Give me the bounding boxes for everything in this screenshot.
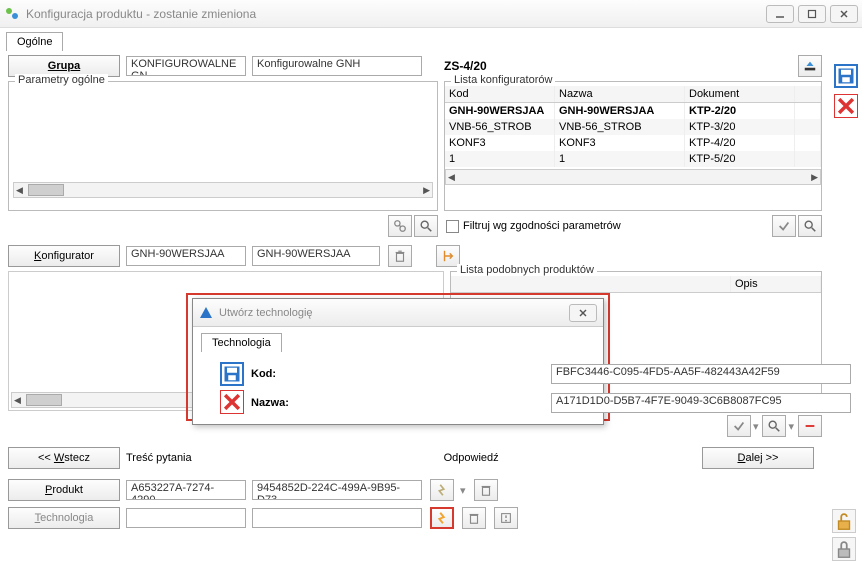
produkt-name-input[interactable]: 9454852D-224C-499A-9B95-D73 (252, 480, 422, 500)
produkt-delete-button[interactable] (474, 479, 498, 501)
konfigurator-button[interactable]: Konfigurator (8, 245, 120, 267)
app-icon (4, 6, 20, 22)
cfg-search-button[interactable] (798, 215, 822, 237)
dialog-icon (199, 306, 213, 320)
cfg-list-legend: Lista konfiguratorów (451, 74, 555, 86)
filter-checkbox[interactable] (446, 220, 459, 233)
produkt-run-button[interactable] (430, 479, 454, 501)
cfg-row[interactable]: KONF3KONF3KTP-4/20 (445, 135, 821, 151)
dialog-title: Utwórz technologię (219, 307, 313, 319)
params-legend: Parametry ogólne (15, 74, 108, 86)
konfigurator-code-input[interactable]: GNH-90WERSJAA (126, 246, 246, 266)
zs-code: ZS-4/20 (444, 59, 487, 73)
maximize-button[interactable] (798, 5, 826, 23)
dialog-kod-label: Kod: (251, 368, 551, 380)
lock-closed-button[interactable] (832, 537, 856, 561)
similar-legend: Lista podobnych produktów (457, 264, 597, 276)
produkt-button[interactable]: Produkt (8, 479, 120, 501)
dialog-tab-technologia[interactable]: Technologia (201, 333, 282, 352)
similar-remove-button[interactable] (798, 415, 822, 437)
dialog-nazwa-input[interactable]: A171D1D0-D5B7-4F7E-9049-3C6B8087FC95 (551, 393, 851, 413)
question-label: Treść pytania (126, 452, 192, 464)
konfigurator-name-input[interactable]: GNH-90WERSJAA (252, 246, 380, 266)
konfigurator-delete-button[interactable] (388, 245, 412, 267)
dialog-kod-input[interactable]: FBFC3446-C095-4FD5-AA5F-482443A42F59 (551, 364, 851, 384)
dialog-close-button[interactable] (569, 304, 597, 322)
params-search-button[interactable] (414, 215, 438, 237)
cfg-apply-button[interactable] (772, 215, 796, 237)
similar-grid-header: Opis (451, 276, 821, 293)
lock-open-button[interactable] (832, 509, 856, 533)
upload-button[interactable] (798, 55, 822, 77)
close-button[interactable] (830, 5, 858, 23)
back-button[interactable]: << Wstecz (8, 447, 120, 469)
similar-search-button[interactable] (762, 415, 786, 437)
dialog-save-button[interactable] (220, 362, 244, 386)
filter-label: Filtruj wg zgodności parametrów (463, 220, 621, 232)
technologia-info-button[interactable] (494, 507, 518, 529)
window-title: Konfiguracja produktu - zostanie zmienio… (26, 7, 766, 21)
similar-apply-button[interactable] (727, 415, 751, 437)
technologia-button[interactable]: Technologia (8, 507, 120, 529)
produkt-code-input[interactable]: A653227A-7274-4290- (126, 480, 246, 500)
cfg-grid-header: Kod Nazwa Dokument (445, 86, 821, 103)
grupa-name-input[interactable]: Konfigurowalne GNH (252, 56, 422, 76)
params-hscroll[interactable]: ◀▶ (13, 182, 433, 198)
answer-label: Odpowiedź (444, 452, 499, 464)
cfg-hscroll[interactable]: ◀▶ (445, 169, 821, 185)
dialog-nazwa-label: Nazwa: (251, 397, 551, 409)
params-link-button[interactable] (388, 215, 412, 237)
tab-general[interactable]: Ogólne (6, 32, 63, 51)
technologia-run-button[interactable] (430, 507, 454, 529)
technologia-delete-button[interactable] (462, 507, 486, 529)
next-button[interactable]: Dalej >> (702, 447, 814, 469)
minimize-button[interactable] (766, 5, 794, 23)
technologia-name-input[interactable] (252, 508, 422, 528)
cfg-row[interactable]: GNH-90WERSJAAGNH-90WERSJAAKTP-2/20 (445, 103, 821, 119)
cfg-row[interactable]: 11KTP-5/20 (445, 151, 821, 167)
dialog-cancel-button[interactable] (220, 390, 244, 414)
cfg-row[interactable]: VNB-56_STROBVNB-56_STROBKTP-3/20 (445, 119, 821, 135)
technologia-code-input[interactable] (126, 508, 246, 528)
grupa-code-input[interactable]: KONFIGUROWALNE GN (126, 56, 246, 76)
